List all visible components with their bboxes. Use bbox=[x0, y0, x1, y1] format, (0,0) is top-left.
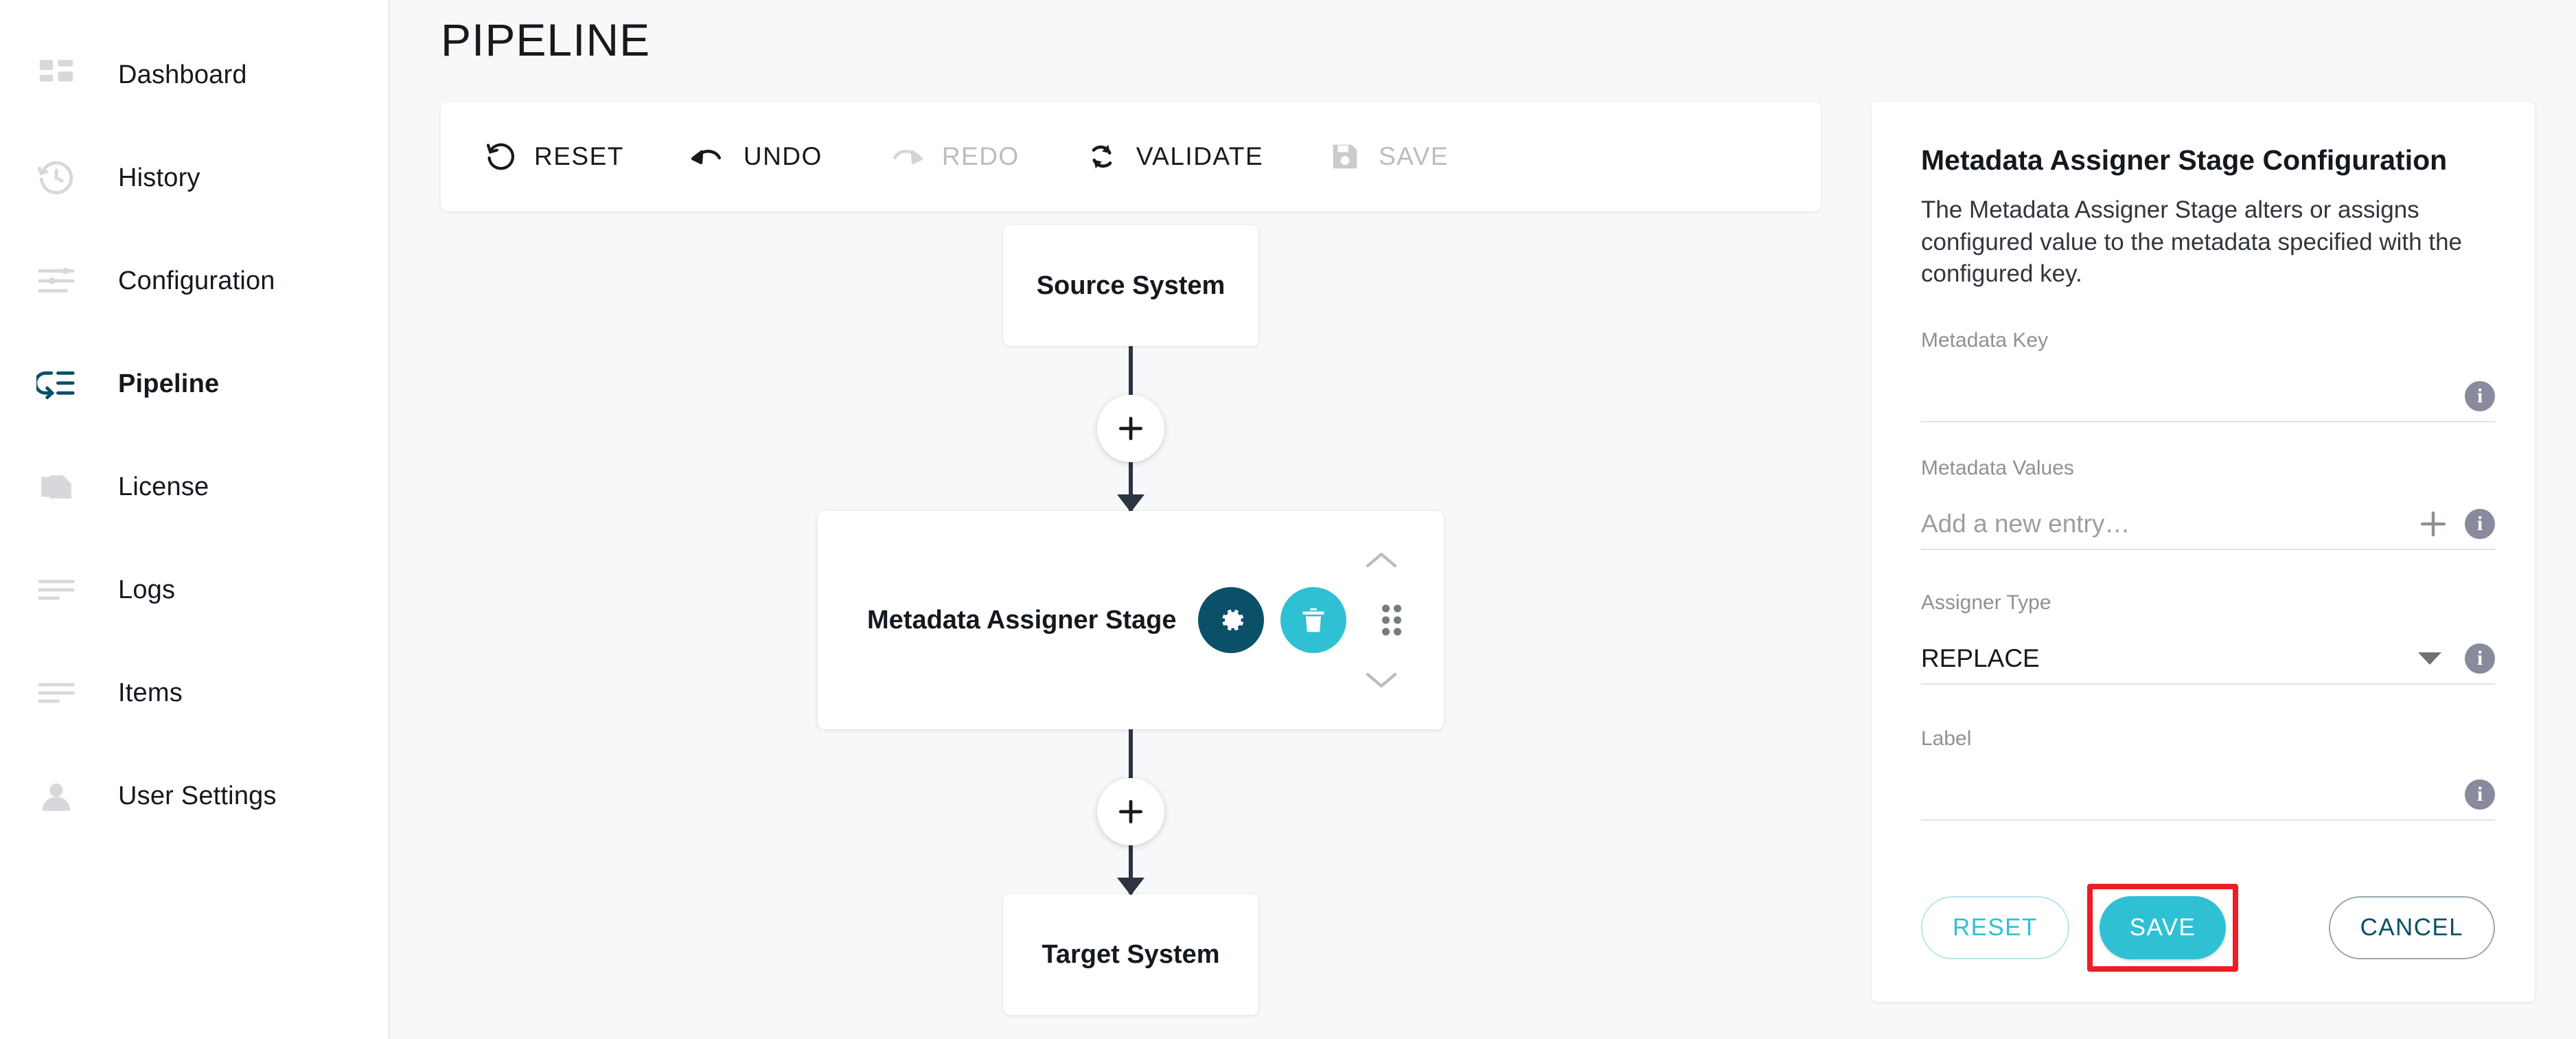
sidebar-item-items[interactable]: Items bbox=[0, 641, 389, 744]
config-reset-button[interactable]: RESET bbox=[1921, 896, 2069, 959]
sidebar-item-configuration[interactable]: Configuration bbox=[0, 229, 389, 332]
sidebar: Dashboard History Configuration Pipeline bbox=[0, 0, 390, 1039]
undo-button-label: UNDO bbox=[744, 142, 823, 171]
sidebar-item-dashboard[interactable]: Dashboard bbox=[0, 23, 389, 126]
list-lines-icon bbox=[23, 557, 89, 623]
source-system-label: Source System bbox=[1037, 271, 1226, 301]
label-field-input[interactable]: i bbox=[1921, 770, 2495, 821]
history-icon bbox=[23, 145, 89, 211]
sidebar-item-label: Items bbox=[118, 678, 183, 708]
connector-arrow bbox=[1117, 878, 1145, 895]
pipeline-toolbar: RESET UNDO REDO bbox=[441, 102, 1821, 212]
list-lines-icon bbox=[23, 660, 89, 726]
plus-icon bbox=[1116, 797, 1146, 827]
source-node-row: Source System bbox=[441, 225, 1821, 346]
info-icon[interactable]: i bbox=[2465, 509, 2495, 539]
assigner-type-select[interactable]: REPLACE i bbox=[1921, 634, 2495, 685]
sidebar-item-label: History bbox=[118, 163, 200, 193]
stage-configure-button[interactable] bbox=[1198, 587, 1264, 653]
sidebar-item-label: License bbox=[118, 472, 209, 502]
sidebar-item-label: User Settings bbox=[118, 781, 277, 811]
info-icon[interactable]: i bbox=[2465, 779, 2495, 810]
user-icon bbox=[23, 763, 89, 829]
redo-button[interactable]: REDO bbox=[888, 122, 1043, 191]
reset-button-label: RESET bbox=[534, 142, 624, 171]
config-panel-description: The Metadata Assigner Stage alters or as… bbox=[1921, 194, 2495, 290]
drag-dots-icon[interactable] bbox=[1371, 594, 1412, 646]
undo-button[interactable]: UNDO bbox=[690, 122, 846, 191]
sync-icon bbox=[1085, 140, 1118, 173]
stage-move-up-button[interactable] bbox=[1361, 547, 1401, 574]
metadata-values-label: Metadata Values bbox=[1921, 457, 2495, 480]
metadata-key-field: Metadata Key i bbox=[1921, 329, 2495, 422]
connector-stage-to-target bbox=[441, 729, 1821, 894]
config-panel-actions: RESET SAVE CANCEL bbox=[1921, 884, 2495, 972]
metadata-values-field: Metadata Values Add a new entry… i bbox=[1921, 457, 2495, 550]
metadata-values-input[interactable]: Add a new entry… i bbox=[1921, 499, 2495, 550]
metadata-key-input[interactable]: i bbox=[1921, 372, 2495, 422]
dashboard-icon bbox=[23, 42, 89, 108]
sidebar-item-pipeline[interactable]: Pipeline bbox=[0, 332, 389, 435]
pipeline-icon bbox=[23, 351, 89, 417]
redo-button-label: REDO bbox=[942, 142, 1020, 171]
label-field-label: Label bbox=[1921, 727, 2495, 751]
add-entry-icon[interactable] bbox=[2417, 507, 2450, 540]
config-save-button[interactable]: SAVE bbox=[2100, 896, 2226, 959]
reset-button[interactable]: RESET bbox=[485, 122, 647, 191]
stage-configuration-panel: Metadata Assigner Stage Configuration Th… bbox=[1872, 102, 2535, 1002]
config-cancel-button[interactable]: CANCEL bbox=[2329, 896, 2495, 959]
pipeline-canvas: RESET UNDO REDO bbox=[441, 102, 1821, 1015]
sliders-icon bbox=[23, 248, 89, 314]
sidebar-item-user-settings[interactable]: User Settings bbox=[0, 744, 389, 847]
target-system-label: Target System bbox=[1042, 940, 1219, 970]
redo-arrow-icon bbox=[888, 141, 924, 172]
stage-node-row: Metadata Assigner Stage bbox=[441, 511, 1821, 729]
plus-icon bbox=[1116, 413, 1146, 444]
target-node-row: Target System bbox=[441, 894, 1821, 1015]
pipeline-flow: Source System M bbox=[441, 212, 1821, 1015]
main-content: PIPELINE RESET UNDO bbox=[390, 0, 2576, 1039]
connector-source-to-stage bbox=[441, 346, 1821, 511]
assigner-type-value: REPLACE bbox=[1921, 644, 2040, 673]
stage-node-label: Metadata Assigner Stage bbox=[867, 606, 1182, 635]
sidebar-item-label: Dashboard bbox=[118, 60, 247, 90]
save-toolbar-button-label: SAVE bbox=[1379, 142, 1449, 171]
info-icon[interactable]: i bbox=[2465, 643, 2495, 674]
sidebar-item-logs[interactable]: Logs bbox=[0, 538, 389, 641]
sidebar-item-history[interactable]: History bbox=[0, 126, 389, 229]
undo-arrow-icon bbox=[690, 141, 726, 172]
add-stage-button-top[interactable] bbox=[1097, 395, 1164, 462]
add-stage-button-bottom[interactable] bbox=[1097, 778, 1164, 845]
save-toolbar-button[interactable]: SAVE bbox=[1329, 122, 1472, 191]
rotate-ccw-icon bbox=[485, 141, 516, 172]
source-system-node[interactable]: Source System bbox=[1003, 225, 1258, 346]
target-system-node[interactable]: Target System bbox=[1003, 894, 1258, 1015]
metadata-assigner-stage-node[interactable]: Metadata Assigner Stage bbox=[818, 511, 1444, 729]
sidebar-item-label: Configuration bbox=[118, 266, 275, 296]
assigner-type-field: Assigner Type REPLACE i bbox=[1921, 591, 2495, 685]
assigner-type-label: Assigner Type bbox=[1921, 591, 2495, 615]
validate-button-label: VALIDATE bbox=[1136, 142, 1263, 171]
page-title: PIPELINE bbox=[390, 0, 2576, 66]
config-panel-title: Metadata Assigner Stage Configuration bbox=[1921, 144, 2495, 176]
gear-icon bbox=[1215, 604, 1247, 637]
app-root: Dashboard History Configuration Pipeline bbox=[0, 0, 2576, 1039]
connector-arrow bbox=[1117, 494, 1145, 512]
save-button-highlight: SAVE bbox=[2087, 884, 2238, 972]
chevron-down-icon[interactable] bbox=[2418, 652, 2441, 665]
metadata-values-placeholder: Add a new entry… bbox=[1921, 510, 2130, 538]
stage-delete-button[interactable] bbox=[1280, 587, 1346, 653]
sidebar-item-license[interactable]: License bbox=[0, 435, 389, 538]
sidebar-item-label: Logs bbox=[118, 575, 175, 605]
content-row: RESET UNDO REDO bbox=[390, 66, 2576, 1015]
validate-button[interactable]: VALIDATE bbox=[1085, 122, 1287, 191]
label-field: Label i bbox=[1921, 727, 2495, 821]
metadata-key-label: Metadata Key bbox=[1921, 329, 2495, 352]
floppy-disk-icon bbox=[1329, 141, 1361, 172]
stage-move-down-button[interactable] bbox=[1361, 666, 1401, 694]
trash-icon bbox=[1298, 605, 1329, 635]
sidebar-item-label: Pipeline bbox=[118, 369, 219, 399]
info-icon[interactable]: i bbox=[2465, 381, 2495, 411]
document-icon bbox=[23, 454, 89, 520]
